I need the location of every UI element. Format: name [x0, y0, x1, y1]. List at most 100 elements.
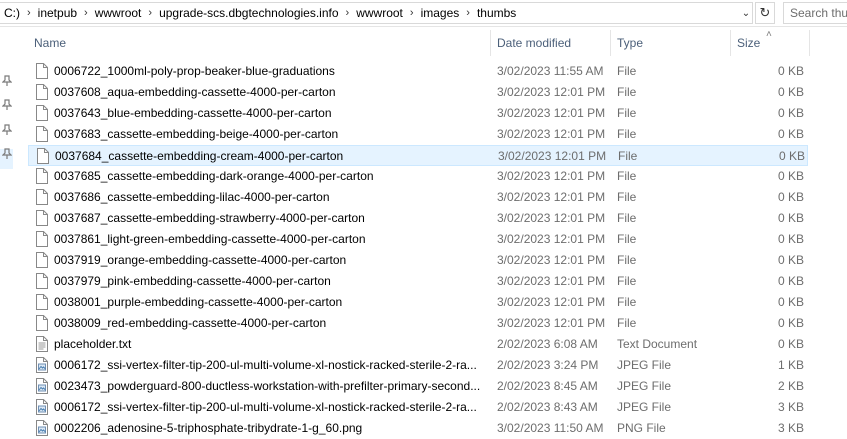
file-size: 0 KB — [778, 149, 805, 163]
breadcrumb-item[interactable]: C:) — [0, 6, 24, 20]
image-file-icon — [36, 357, 48, 373]
blank-file-icon — [36, 294, 48, 310]
file-date-modified: 3/02/2023 12:01 PM — [497, 232, 606, 246]
file-name: 0006172_ssi-vertex-filter-tip-200-ul-mul… — [54, 400, 477, 414]
file-size: 0 KB — [777, 295, 804, 309]
file-name: 0037861_light-green-embedding-cassette-4… — [54, 232, 366, 246]
file-type: PNG File — [617, 421, 666, 435]
breadcrumb-item[interactable]: inetpub — [34, 6, 81, 20]
file-size: 3 KB — [777, 400, 804, 414]
file-row[interactable]: 0038001_purple-embedding-cassette-4000-p… — [28, 292, 808, 313]
file-date-modified: 3/02/2023 11:55 AM — [497, 64, 604, 78]
file-row[interactable]: 0037861_light-green-embedding-cassette-4… — [28, 229, 808, 250]
file-row[interactable]: 0006172_ssi-vertex-filter-tip-200-ul-mul… — [28, 355, 808, 376]
text-file-icon — [36, 336, 48, 352]
breadcrumb-separator-icon[interactable]: › — [343, 7, 353, 19]
column-date-header[interactable]: Date modified — [491, 30, 610, 56]
breadcrumb-item[interactable]: images — [417, 6, 464, 20]
file-row[interactable]: 0037686_cassette-embedding-lilac-4000-pe… — [28, 187, 808, 208]
file-type: File — [617, 127, 637, 141]
file-type: JPEG File — [617, 400, 672, 414]
file-row[interactable]: 0037687_cassette-embedding-strawberry-40… — [28, 208, 808, 229]
file-size: 0 KB — [777, 274, 804, 288]
blank-file-icon — [36, 168, 48, 184]
breadcrumb-separator-icon[interactable]: › — [145, 7, 155, 19]
blank-file-icon — [36, 210, 48, 226]
file-size: 0 KB — [777, 106, 804, 120]
pin-icon[interactable] — [1, 148, 13, 160]
breadcrumb-separator-icon[interactable]: › — [24, 7, 34, 19]
image-file-icon — [36, 378, 48, 394]
file-type: File — [617, 274, 637, 288]
file-name: 0037919_orange-embedding-cassette-4000-p… — [54, 253, 347, 267]
file-row[interactable]: placeholder.txt 2/02/2023 6:08 AM Text Doc… — [28, 334, 808, 355]
breadcrumb-separator-icon[interactable]: › — [407, 7, 417, 19]
file-name: 0037684_cassette-embedding-cream-4000-pe… — [55, 149, 344, 163]
breadcrumb-item[interactable]: wwwroot — [352, 6, 407, 20]
file-date-modified: 2/02/2023 8:45 AM — [497, 379, 598, 393]
file-row[interactable]: 0037685_cassette-embedding-dark-orange-4… — [28, 166, 808, 187]
pin-icon[interactable] — [1, 124, 13, 136]
file-type: File — [617, 106, 637, 120]
image-file-icon — [36, 399, 48, 415]
file-size: 0 KB — [777, 169, 804, 183]
file-type: JPEG File — [617, 379, 672, 393]
file-type: File — [617, 169, 637, 183]
breadcrumb-separator-icon[interactable]: › — [463, 7, 473, 19]
file-row[interactable]: 0038009_red-embedding-cassette-4000-per-… — [28, 313, 808, 334]
file-name: 0038001_purple-embedding-cassette-4000-p… — [54, 295, 343, 309]
file-row[interactable]: 0037683_cassette-embedding-beige-4000-pe… — [28, 124, 808, 145]
file-type: File — [617, 190, 637, 204]
file-date-modified: 3/02/2023 12:01 PM — [497, 211, 606, 225]
chevron-down-icon[interactable]: ⌄ — [737, 2, 755, 24]
file-type: File — [617, 253, 637, 267]
file-date-modified: 2/02/2023 6:08 AM — [497, 337, 598, 351]
column-header-row: Name Date modified Type Size ˄ — [28, 29, 810, 56]
breadcrumb-item[interactable]: upgrade-scs.dbgtechnologies.info — [155, 6, 342, 20]
file-name: 0038009_red-embedding-cassette-4000-per-… — [54, 316, 327, 330]
file-name: 0002206_adenosine-5-triphosphate-tribydr… — [54, 421, 363, 435]
breadcrumb-item[interactable]: wwwroot — [91, 6, 146, 20]
file-row[interactable]: 0002206_adenosine-5-triphosphate-tribydr… — [28, 418, 808, 439]
file-date-modified: 2/02/2023 8:43 AM — [497, 400, 598, 414]
file-date-modified: 3/02/2023 12:01 PM — [497, 127, 606, 141]
file-name: 0023473_powderguard-800-ductless-worksta… — [54, 379, 481, 393]
blank-file-icon — [36, 273, 48, 289]
column-name-header[interactable]: Name — [28, 30, 490, 56]
file-type: File — [617, 232, 637, 246]
file-row[interactable]: 0037684_cassette-embedding-cream-4000-pe… — [28, 145, 808, 166]
column-divider[interactable] — [809, 30, 810, 56]
refresh-icon[interactable]: ↻ — [755, 2, 775, 24]
file-row[interactable]: 0006172_ssi-vertex-filter-tip-200-ul-mul… — [28, 397, 808, 418]
file-type: File — [617, 316, 637, 330]
pin-icon[interactable] — [1, 75, 13, 87]
file-row[interactable]: 0006722_1000ml-poly-prop-beaker-blue-gra… — [28, 61, 808, 82]
file-row[interactable]: 0037643_blue-embedding-cassette-4000-per… — [28, 103, 808, 124]
file-row[interactable]: 0037979_pink-embedding-cassette-4000-per… — [28, 271, 808, 292]
file-size: 1 KB — [777, 358, 804, 372]
file-date-modified: 3/02/2023 12:01 PM — [497, 190, 606, 204]
blank-file-icon — [36, 63, 48, 79]
file-type: Text Document — [617, 337, 698, 351]
file-row[interactable]: 0023473_powderguard-800-ductless-worksta… — [28, 376, 808, 397]
file-name: 0037683_cassette-embedding-beige-4000-pe… — [54, 127, 339, 141]
file-date-modified: 3/02/2023 12:01 PM — [497, 274, 606, 288]
navigation-pane-edge — [0, 27, 14, 432]
file-type: File — [617, 211, 637, 225]
file-date-modified: 3/02/2023 12:01 PM — [497, 295, 606, 309]
blank-file-icon — [36, 189, 48, 205]
file-date-modified: 3/02/2023 11:50 AM — [497, 421, 604, 435]
breadcrumb-item[interactable]: thumbs — [473, 6, 520, 20]
breadcrumb-separator-icon[interactable]: › — [81, 7, 91, 19]
column-type-header[interactable]: Type — [611, 30, 730, 56]
file-name: 0037687_cassette-embedding-strawberry-40… — [54, 211, 365, 225]
file-size: 0 KB — [777, 211, 804, 225]
file-row[interactable]: 0037608_aqua-embedding-cassette-4000-per… — [28, 82, 808, 103]
search-input[interactable]: Search thumbs — [783, 2, 847, 24]
blank-file-icon — [36, 84, 48, 100]
file-size: 0 KB — [777, 337, 804, 351]
breadcrumb[interactable]: C:) › inetpub › wwwroot › upgrade-scs.dbgtechn… — [0, 2, 753, 24]
pin-icon[interactable] — [1, 99, 13, 111]
file-row[interactable]: 0037919_orange-embedding-cassette-4000-p… — [28, 250, 808, 271]
file-type: File — [618, 149, 638, 163]
